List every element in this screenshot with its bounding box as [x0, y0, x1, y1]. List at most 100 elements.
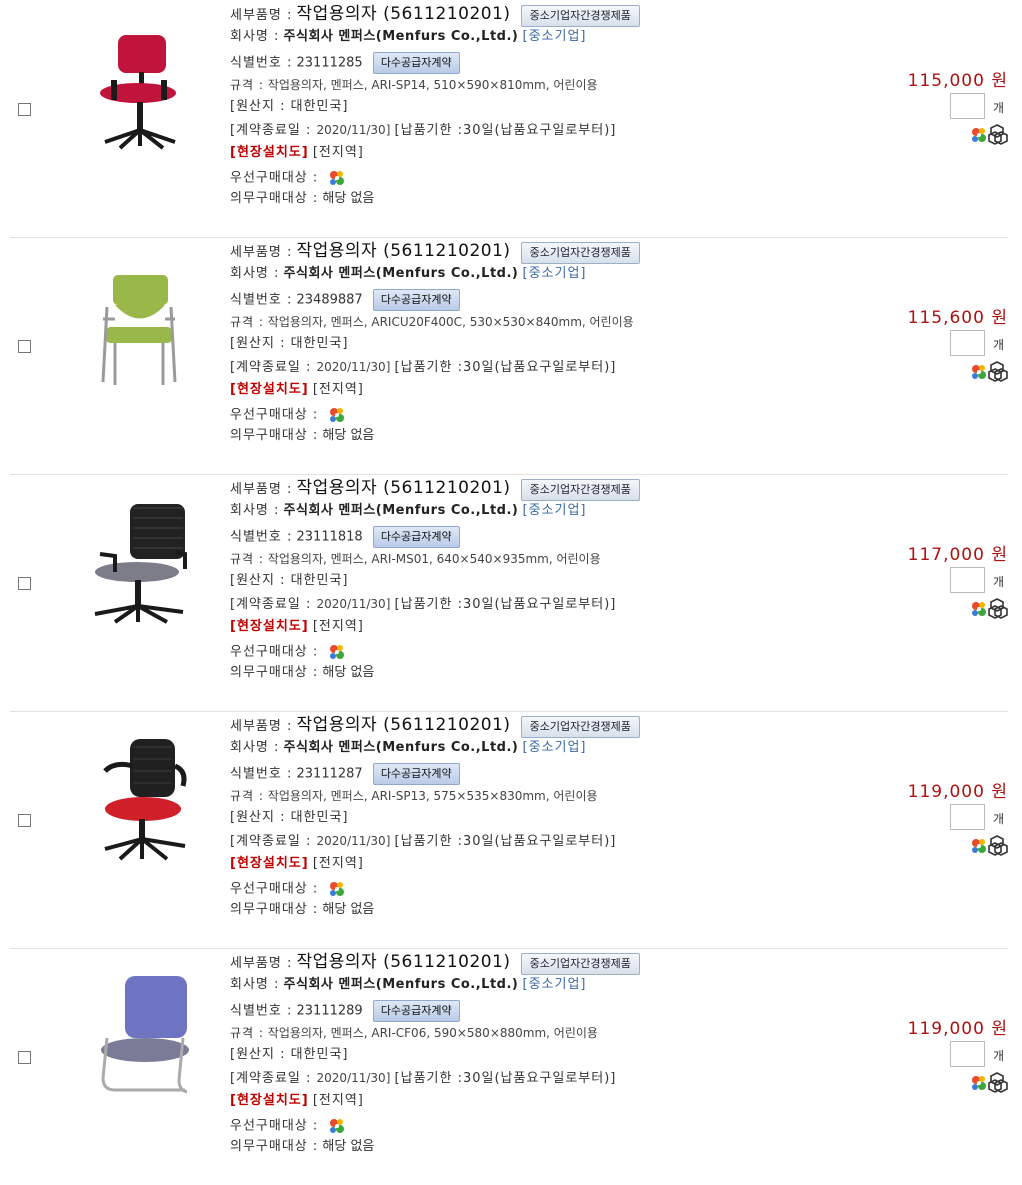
company-link[interactable]: 주식회사 멘퍼스(Menfurs Co.,Ltd.) [284, 977, 519, 992]
select-checkbox[interactable] [18, 577, 31, 590]
mand-value: 해당 없음 [322, 665, 375, 680]
id-value: 23111287 [296, 766, 363, 782]
contract-end-value: 2020/11/30] [316, 1071, 391, 1085]
origin: [원산지 : 대한민국] [230, 336, 349, 351]
product-name-link[interactable]: 작업용의자 (5611210201) [297, 241, 511, 261]
price-unit: 원 [991, 1019, 1008, 1039]
company-label: 회사명 : [230, 29, 280, 44]
mand-value: 해당 없음 [322, 191, 375, 206]
region: [전지역] [312, 619, 364, 634]
quantity-input[interactable] [950, 567, 985, 593]
spec-value: 작업용의자, 멘퍼스, ARICU20F400C, 530×530×840mm,… [267, 315, 634, 329]
mand-label: 의무구매대상 : [230, 665, 319, 680]
quantity-unit: 개 [993, 575, 1005, 589]
detail-label: 세부품명 : [230, 482, 293, 497]
select-checkbox[interactable] [18, 340, 31, 353]
priority-purchase-icon [326, 878, 348, 900]
delivery-term: [납품기한 :30일(납품요구일로부터)] [394, 123, 617, 138]
detail-label: 세부품명 : [230, 719, 293, 734]
contract-badge: 다수공급자계약 [372, 1000, 460, 1022]
company-type: [중소기업] [522, 266, 587, 281]
contract-end-value: 2020/11/30] [316, 597, 391, 611]
product-image[interactable] [75, 20, 205, 150]
action-icons [960, 1070, 1010, 1094]
price: 115,600 원 [808, 303, 1008, 328]
pref-label: 우선구매대상 : [230, 881, 319, 897]
contract-badge: 다수공급자계약 [372, 52, 460, 74]
priority-purchase-icon [326, 1115, 348, 1137]
quantity-input[interactable] [950, 93, 985, 119]
action-icons [960, 833, 1010, 857]
detail-label: 세부품명 : [230, 8, 293, 23]
competition-badge: 중소기업자간경쟁제품 [520, 952, 640, 975]
pref-label: 우선구매대상 : [230, 170, 319, 186]
pref-label: 우선구매대상 : [230, 644, 319, 660]
quantity-input[interactable] [950, 330, 985, 356]
spec-value: 작업용의자, 멘퍼스, ARI-SP13, 575×535×830mm, 어린이… [267, 789, 598, 803]
price-unit: 원 [991, 71, 1008, 91]
product-image[interactable] [75, 731, 205, 861]
spec-label: 규격 : [230, 315, 264, 329]
product-image[interactable] [75, 494, 205, 624]
priority-purchase-icon [326, 641, 348, 663]
select-checkbox[interactable] [18, 814, 31, 827]
delivery-term: [납품기한 :30일(납품요구일로부터)] [394, 597, 617, 612]
contract-badge: 다수공급자계약 [372, 526, 460, 548]
priority-purchase-icon [972, 602, 986, 616]
install-link[interactable]: [현장설치도] [230, 856, 309, 871]
contract-end-value: 2020/11/30] [316, 834, 391, 848]
contract-end-label: [계약종료일 : [230, 360, 317, 375]
spec-label: 규격 : [230, 552, 264, 566]
action-icons [960, 122, 1010, 146]
company-link[interactable]: 주식회사 멘퍼스(Menfurs Co.,Ltd.) [284, 266, 519, 281]
product-name-link[interactable]: 작업용의자 (5611210201) [297, 478, 511, 498]
id-value: 23111818 [296, 529, 363, 545]
install-link[interactable]: [현장설치도] [230, 1093, 309, 1108]
mand-value: 해당 없음 [322, 1139, 375, 1154]
quantity-input[interactable] [950, 1041, 985, 1067]
select-checkbox[interactable] [18, 1051, 31, 1064]
mand-label: 의무구매대상 : [230, 1139, 319, 1154]
company-link[interactable]: 주식회사 멘퍼스(Menfurs Co.,Ltd.) [284, 740, 519, 755]
select-checkbox[interactable] [18, 103, 31, 116]
price-value: 119,000 [907, 1019, 985, 1039]
price-value: 115,600 [907, 308, 985, 328]
company-link[interactable]: 주식회사 멘퍼스(Menfurs Co.,Ltd.) [284, 29, 519, 44]
product-row: 세부품명 : 작업용의자 (5611210201) 중소기업자간경쟁제품 회사명… [10, 0, 1008, 238]
contract-end-label: [계약종료일 : [230, 123, 317, 138]
install-link[interactable]: [현장설치도] [230, 382, 309, 397]
priority-purchase-icon [972, 839, 986, 853]
company-link[interactable]: 주식회사 멘퍼스(Menfurs Co.,Ltd.) [284, 503, 519, 518]
company-type: [중소기업] [522, 503, 587, 518]
product-name-link[interactable]: 작업용의자 (5611210201) [297, 4, 511, 24]
mand-label: 의무구매대상 : [230, 191, 319, 206]
product-name-link[interactable]: 작업용의자 (5611210201) [297, 952, 511, 972]
price-unit: 원 [991, 308, 1008, 328]
contract-badge: 다수공급자계약 [372, 763, 460, 785]
contract-badge: 다수공급자계약 [372, 289, 460, 311]
product-name-link[interactable]: 작업용의자 (5611210201) [297, 715, 511, 735]
quantity-input[interactable] [950, 804, 985, 830]
region: [전지역] [312, 382, 364, 397]
price-value: 117,000 [907, 545, 985, 565]
certification-icon [988, 598, 1008, 619]
action-icons [960, 359, 1010, 383]
product-image[interactable] [75, 968, 205, 1098]
id-label: 식별번호 : [230, 529, 293, 545]
install-link[interactable]: [현장설치도] [230, 619, 309, 634]
delivery-term: [납품기한 :30일(납품요구일로부터)] [394, 360, 617, 375]
company-type: [중소기업] [522, 977, 587, 992]
product-row: 세부품명 : 작업용의자 (5611210201) 중소기업자간경쟁제품 회사명… [10, 711, 1008, 949]
certification-icon [988, 1072, 1008, 1093]
install-link[interactable]: [현장설치도] [230, 145, 309, 160]
priority-purchase-icon [326, 404, 348, 426]
priority-purchase-icon [326, 167, 348, 189]
competition-badge: 중소기업자간경쟁제품 [520, 715, 640, 738]
detail-label: 세부품명 : [230, 245, 293, 260]
pref-label: 우선구매대상 : [230, 407, 319, 423]
product-image[interactable] [75, 257, 205, 387]
contract-end-value: 2020/11/30] [316, 123, 391, 137]
action-icons [960, 596, 1010, 620]
id-label: 식별번호 : [230, 766, 293, 782]
price-unit: 원 [991, 782, 1008, 802]
